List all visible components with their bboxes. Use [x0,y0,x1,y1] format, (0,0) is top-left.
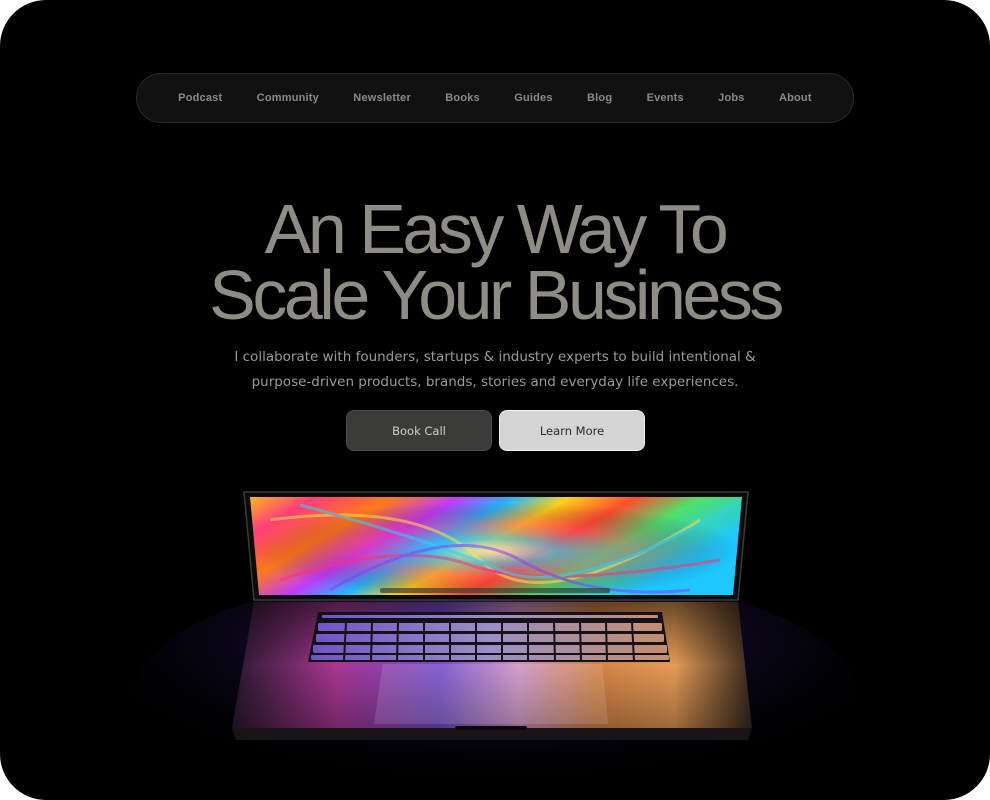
page-frame: Podcast Community Newsletter Books Guide… [0,0,990,800]
laptop-illustration [135,491,855,800]
